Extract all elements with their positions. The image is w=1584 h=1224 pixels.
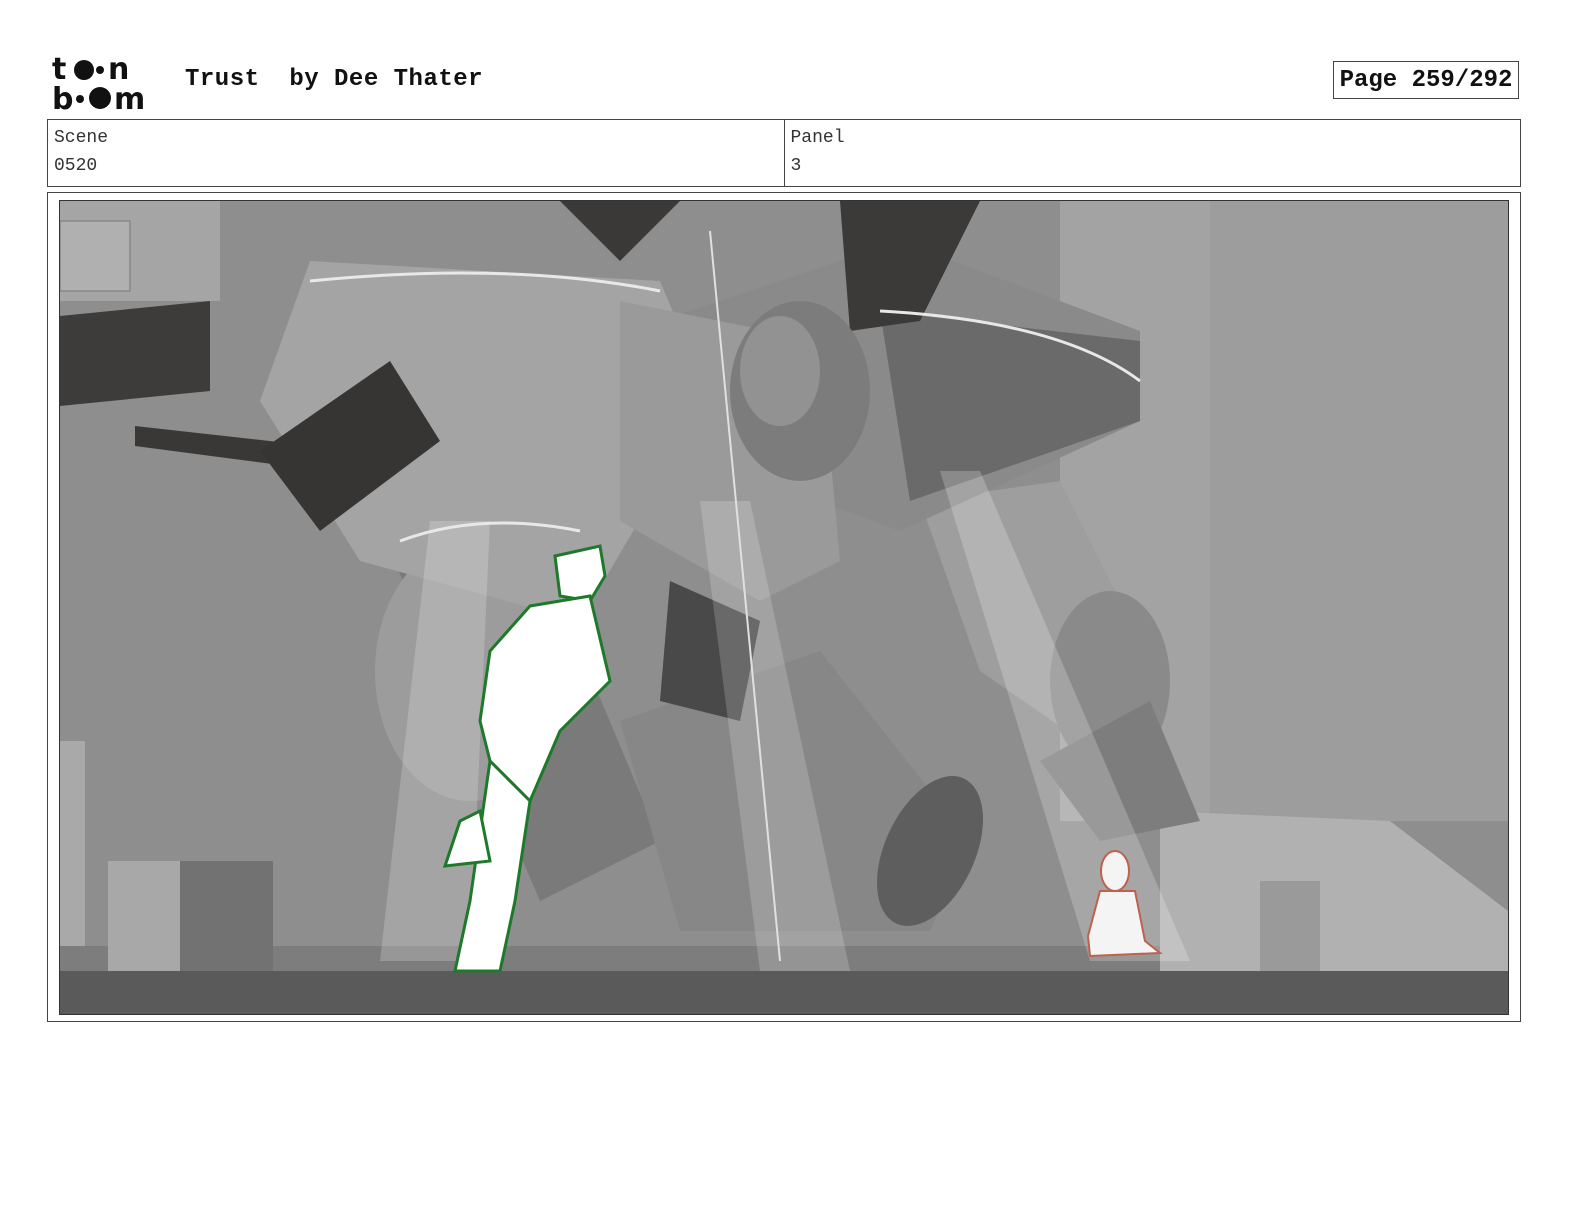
svg-text:b: b [52, 82, 73, 112]
svg-text:m: m [114, 82, 145, 112]
scene-value: 0520 [54, 156, 98, 176]
page-indicator: Page 259/292 [1333, 61, 1519, 99]
panel-cell: Panel 3 [783, 120, 1521, 186]
scene-panel-info: Scene 0520 Panel 3 [47, 119, 1521, 187]
scene-cell: Scene 0520 [48, 120, 784, 186]
toon-boom-logo: t n b m [52, 52, 145, 112]
panel-value: 3 [790, 156, 802, 176]
document-title: Trust by Dee Thater [185, 66, 484, 93]
scene-label: Scene [54, 128, 109, 148]
panel-label: Panel [790, 128, 845, 148]
storyboard-panel-image [59, 200, 1509, 1015]
